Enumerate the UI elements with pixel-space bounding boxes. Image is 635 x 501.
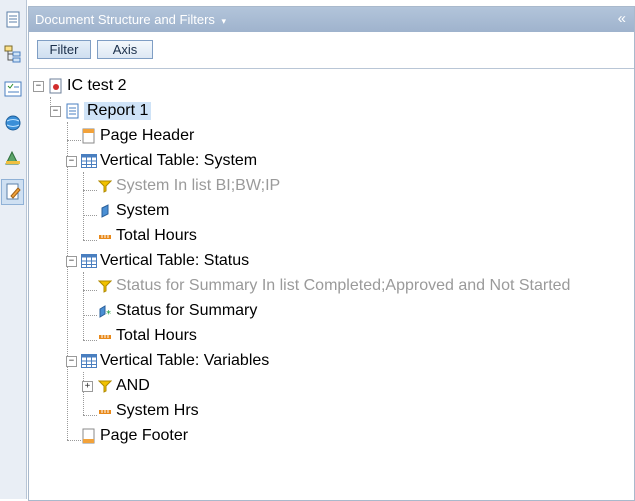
- tree-toggle[interactable]: −: [66, 256, 77, 267]
- measure-icon: [97, 228, 113, 244]
- tree-toggle[interactable]: +: [82, 381, 93, 392]
- measure-icon: [97, 328, 113, 344]
- tab-bar: Filter Axis: [29, 32, 634, 69]
- page-header-icon: [81, 128, 97, 144]
- tree-node-page-header[interactable]: Page Header: [81, 125, 194, 147]
- tree-toggle[interactable]: −: [33, 81, 44, 92]
- tree-node-label: System: [116, 202, 170, 219]
- document-structure-panel: Document Structure and Filters ▾ « Filte…: [28, 6, 635, 501]
- tree-line: [83, 290, 97, 291]
- tree-line: [67, 140, 81, 141]
- tree-node-label: Page Header: [100, 127, 195, 144]
- tree-line: [83, 172, 84, 240]
- tree-node-label: Page Footer: [100, 427, 189, 444]
- tree-line: [83, 315, 97, 316]
- document-pin-icon: [48, 78, 64, 94]
- tree-node-report[interactable]: Report 1: [65, 100, 152, 122]
- report-icon: [65, 103, 81, 119]
- tree-line: [83, 372, 84, 415]
- tree-line: [67, 440, 81, 441]
- tree-node-filter-and[interactable]: AND: [97, 375, 150, 397]
- svg-text:*: *: [106, 309, 111, 318]
- panel-header: Document Structure and Filters ▾ «: [29, 7, 634, 32]
- side-toolbar: [0, 0, 27, 499]
- document-structure-icon[interactable]: [1, 179, 24, 205]
- tree-node-label: Vertical Table: Status: [100, 252, 250, 269]
- tree-node-label: Report 1: [84, 102, 152, 120]
- collapse-panel-icon[interactable]: «: [618, 10, 626, 27]
- panel-title-text: Document Structure and Filters: [35, 12, 215, 27]
- tree-node-label: AND: [116, 377, 150, 394]
- tree-node-dim-system[interactable]: System: [97, 200, 169, 222]
- tree-node-label: Status for Summary: [116, 302, 258, 319]
- variable-dimension-icon: *: [97, 303, 113, 319]
- structure-tree: − − − − − + IC test 2 Report 1 Page Head…: [29, 69, 634, 499]
- tree-node-label: IC test 2: [67, 77, 127, 94]
- tree-toggle[interactable]: −: [66, 356, 77, 367]
- measure-icon: [97, 403, 113, 419]
- page-footer-icon: [81, 428, 97, 444]
- tree-node-table-system[interactable]: Vertical Table: System: [81, 150, 257, 172]
- tree-node-filter-status[interactable]: Status for Summary In list Completed;App…: [97, 275, 570, 297]
- tree-node-root[interactable]: IC test 2: [48, 75, 127, 97]
- table-icon: [81, 153, 97, 169]
- tree-node-page-footer[interactable]: Page Footer: [81, 425, 188, 447]
- document-icon[interactable]: [1, 8, 24, 32]
- tree-node-filter-system[interactable]: System In list BI;BW;IP: [97, 175, 280, 197]
- tree-line: [83, 415, 97, 416]
- tree-node-label: System Hrs: [116, 402, 199, 419]
- tab-filter[interactable]: Filter: [37, 40, 91, 59]
- tree-line: [83, 215, 97, 216]
- tree-node-measure-total-hours[interactable]: Total Hours: [97, 225, 197, 247]
- dimension-icon: [97, 203, 113, 219]
- panel-title[interactable]: Document Structure and Filters ▾: [35, 12, 226, 27]
- tab-axis[interactable]: Axis: [97, 40, 153, 59]
- tree-node-measure-system-hrs[interactable]: System Hrs: [97, 400, 199, 422]
- tree-line: [83, 272, 84, 340]
- tree-line: [83, 340, 97, 341]
- table-icon: [81, 253, 97, 269]
- tree-node-table-status[interactable]: Vertical Table: Status: [81, 250, 249, 272]
- tree-node-measure-total-hours[interactable]: Total Hours: [97, 325, 197, 347]
- tree-toggle[interactable]: −: [50, 106, 61, 117]
- filter-icon: [97, 378, 113, 394]
- navigation-map-icon[interactable]: [1, 42, 24, 66]
- tree-line: [83, 240, 97, 241]
- data-icon[interactable]: [1, 145, 24, 169]
- tree-node-label: Total Hours: [116, 227, 197, 244]
- table-icon: [81, 353, 97, 369]
- tree-node-label: Total Hours: [116, 327, 197, 344]
- input-controls-icon[interactable]: [1, 77, 24, 101]
- tree-node-label: System In list BI;BW;IP: [116, 177, 281, 194]
- web-service-icon[interactable]: [1, 111, 24, 135]
- tree-node-label: Vertical Table: Variables: [100, 352, 270, 369]
- tree-line: [83, 190, 97, 191]
- tree-node-table-variables[interactable]: Vertical Table: Variables: [81, 350, 269, 372]
- tree-node-label: Vertical Table: System: [100, 152, 258, 169]
- tree-node-label: Status for Summary In list Completed;App…: [116, 277, 571, 294]
- filter-icon: [97, 178, 113, 194]
- filter-icon: [97, 278, 113, 294]
- tree-node-dim-status[interactable]: * Status for Summary: [97, 300, 257, 322]
- tree-line: [67, 122, 68, 440]
- tree-toggle[interactable]: −: [66, 156, 77, 167]
- chevron-down-icon[interactable]: ▾: [222, 16, 227, 26]
